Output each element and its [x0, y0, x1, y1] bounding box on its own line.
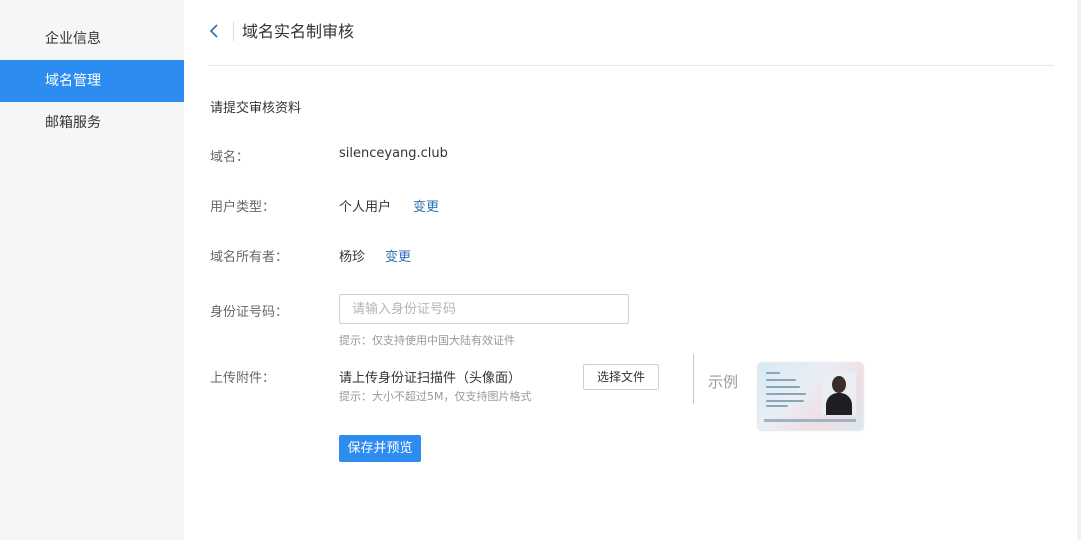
owner-label: 域名所有者： — [210, 250, 289, 265]
id-card-example-image — [758, 363, 863, 430]
sidebar-item-mail-service[interactable]: 邮箱服务 — [0, 102, 184, 144]
change-owner-link[interactable]: 变更 — [385, 246, 411, 265]
change-user-type-link[interactable]: 变更 — [413, 196, 439, 215]
sidebar: 企业信息 域名管理 邮箱服务 — [0, 0, 184, 540]
page-title: 域名实名制审核 — [242, 22, 355, 41]
user-type-value: 个人用户 — [339, 200, 392, 215]
save-and-preview-button[interactable]: 保存并预览 — [339, 435, 421, 462]
id-number-input[interactable] — [339, 294, 629, 324]
example-divider — [693, 354, 694, 404]
owner-value: 杨珍 — [339, 250, 366, 265]
chevron-left-icon[interactable] — [208, 20, 222, 42]
domain-label: 域名： — [210, 150, 250, 165]
attachment-label: 上传附件： — [210, 371, 276, 386]
header-divider — [233, 21, 234, 41]
sidebar-item-domain-management[interactable]: 域名管理 — [0, 60, 184, 102]
page-header: 域名实名制审核 — [208, 0, 1054, 66]
sidebar-item-company-info[interactable]: 企业信息 — [0, 18, 184, 60]
section-title: 请提交审核资料 — [210, 101, 302, 116]
id-number-label: 身份证号码： — [210, 305, 289, 320]
example-label: 示例 — [708, 373, 739, 391]
id-number-hint: 提示：仅支持使用中国大陆有效证件 — [339, 334, 515, 347]
user-type-label: 用户类型： — [210, 200, 276, 215]
attachment-instruction: 请上传身份证扫描件（头像面） — [339, 371, 522, 386]
attachment-hint: 提示：大小不超过5M，仅支持图片格式 — [339, 390, 532, 403]
choose-file-button[interactable]: 选择文件 — [583, 364, 659, 390]
right-edge-strip — [1077, 0, 1081, 540]
domain-value: silenceyang.club — [339, 146, 448, 161]
